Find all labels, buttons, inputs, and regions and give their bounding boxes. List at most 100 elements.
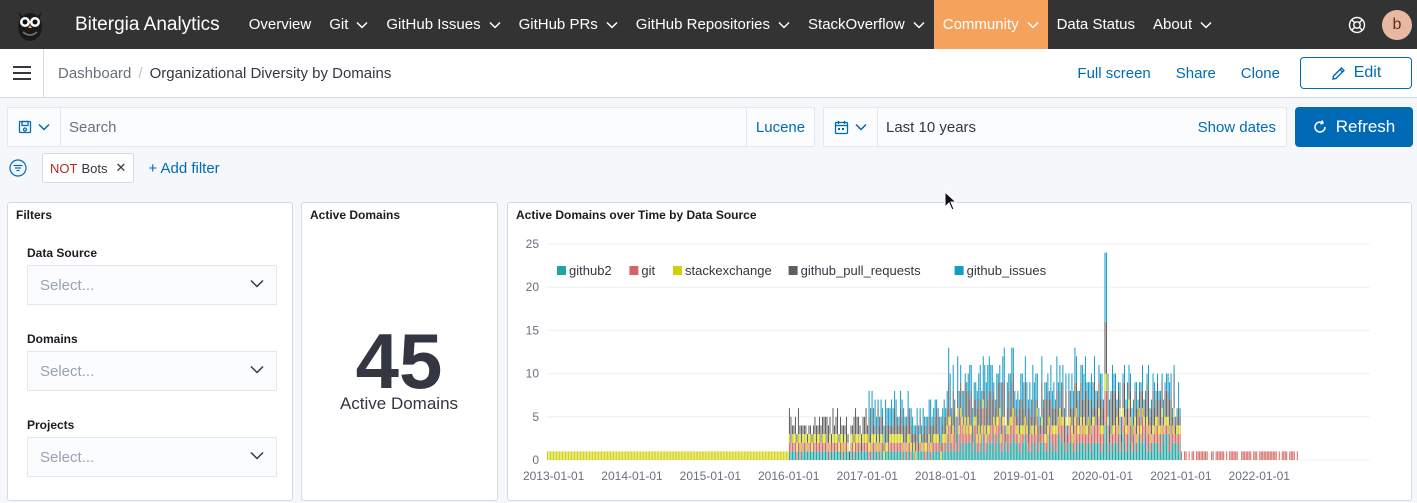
search-input[interactable] [61,108,746,146]
brand-title[interactable]: Bitergia Analytics [75,14,220,36]
bar-github_pull_requests [943,416,945,435]
bar-stackexchange [791,434,793,443]
bar-github_pull_requests [832,408,834,435]
data-source-select[interactable]: Select... [27,265,277,305]
nav-item-github-prs[interactable]: GitHub PRs [510,0,627,49]
bar-stackexchange [1143,416,1145,426]
quick-menu-button[interactable] [824,108,878,146]
bar-github_pull_requests [843,425,845,443]
bar-stackexchange [1011,416,1013,426]
bar-git [1015,434,1017,443]
bar-github_issues [943,399,945,417]
bar-stackexchange [605,451,607,460]
nav-item-about[interactable]: About [1144,0,1221,49]
bar-github2 [1084,451,1086,460]
bar-stackexchange [915,451,917,460]
bar-github2 [1036,442,1038,460]
nav-item-github-repositories[interactable]: GitHub Repositories [627,0,799,49]
bar-stackexchange [677,451,679,460]
bar-github2 [1122,434,1124,460]
select-placeholder: Select... [40,276,95,294]
nav-item-stackoverflow[interactable]: StackOverflow [799,0,934,49]
bar-stackexchange [1084,425,1086,435]
bar-github_pull_requests [1081,399,1083,426]
user-avatar[interactable]: b [1382,9,1412,40]
saved-query-button[interactable] [8,108,61,146]
bar-github2 [1024,434,1026,460]
bar-github2 [1017,442,1019,460]
breadcrumb-dashboard[interactable]: Dashboard [58,65,131,82]
nav-item-label: Overview [248,16,312,33]
bar-github_pull_requests [1066,434,1068,443]
owl-logo-icon[interactable] [0,0,60,49]
bar-stackexchange [748,451,750,460]
query-language-button[interactable]: Lucene [746,108,814,146]
bar-stackexchange [829,434,831,443]
bar-github_issues [1056,356,1058,391]
bar-github_pull_requests [991,399,993,426]
menu-hamburger-icon[interactable] [0,48,44,98]
bar-github_issues [1005,425,1007,435]
nav-item-github-issues[interactable]: GitHub Issues [377,0,509,49]
help-icon[interactable] [1337,0,1377,49]
bar-git [809,442,811,452]
projects-select[interactable]: Select... [27,437,277,477]
bar-stackexchange [1172,425,1174,435]
bar-git [954,434,956,452]
bar-github_pull_requests [981,408,983,426]
bar-github_issues [999,364,1001,383]
bar-github2 [1163,442,1165,460]
bar-stackexchange [885,442,887,452]
bar-github2 [823,451,825,460]
bar-github_issues [1036,373,1038,400]
bar-git [802,442,804,452]
bar-stackexchange [731,451,733,460]
bar-github2 [1140,442,1142,460]
refresh-button[interactable]: Refresh [1295,107,1413,147]
bar-github_issues [1119,382,1121,400]
bar-github_pull_requests [1029,408,1031,435]
show-dates-link[interactable]: Show dates [1198,119,1276,136]
edit-button[interactable]: Edit [1300,57,1412,89]
full-screen-link[interactable]: Full screen [1077,65,1150,82]
bar-stackexchange [709,451,711,460]
bar-stackexchange [928,434,930,443]
close-icon[interactable]: ✕ [115,160,126,176]
bar-github_issues [922,408,924,435]
bar-stackexchange [1044,434,1046,443]
date-range-label[interactable]: Last 10 years [886,119,976,136]
bar-stackexchange [1036,408,1038,417]
nav-item-overview[interactable]: Overview [240,0,321,49]
bar-github_pull_requests [1050,399,1052,426]
bar-github_pull_requests [966,390,968,426]
bar-stackexchange [674,451,676,460]
bar-stackexchange [682,451,684,460]
bar-github_issues [1178,382,1180,409]
bar-git [931,442,933,452]
filter-options-icon[interactable] [7,157,29,179]
bar-stackexchange [993,416,995,426]
add-filter-link[interactable]: + Add filter [148,160,219,177]
bar-github2 [1099,451,1101,460]
bar-github_issues [1078,390,1080,417]
bar-stackexchange [818,434,820,443]
bar-git [853,451,855,460]
bar-github_pull_requests [1047,390,1049,426]
domains-select[interactable]: Select... [27,351,277,391]
bar-git [1163,434,1165,443]
bar-github_issues [951,408,953,417]
nav-item-git[interactable]: Git [320,0,377,49]
bar-github_pull_requests [867,425,869,435]
filter-pill-bots[interactable]: NOT Bots ✕ [42,153,135,183]
share-link[interactable]: Share [1176,65,1216,82]
bar-git [897,442,899,452]
clone-link[interactable]: Clone [1241,65,1280,82]
nav-item-data-status[interactable]: Data Status [1048,0,1144,49]
nav-item-community[interactable]: Community [933,0,1048,49]
bar-git [858,442,860,452]
bar-git [969,434,971,443]
bar-stackexchange [803,434,805,443]
bar-github_issues [988,356,990,391]
bar-git [1018,442,1020,452]
bar-git [964,425,966,443]
